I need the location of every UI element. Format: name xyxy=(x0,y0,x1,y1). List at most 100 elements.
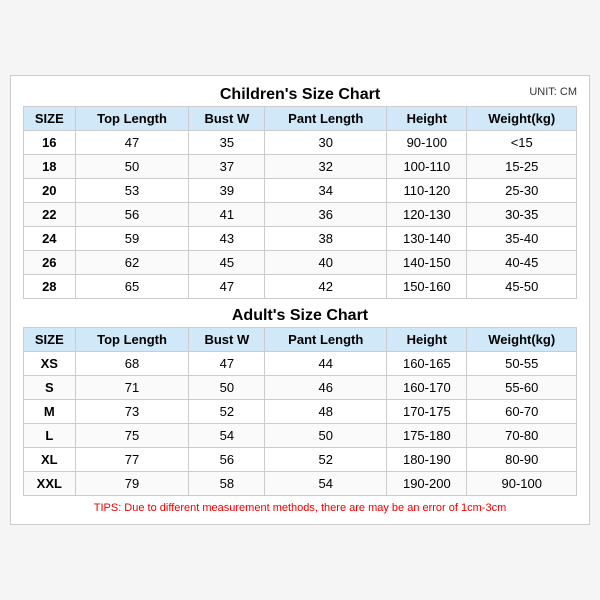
table-cell: 25-30 xyxy=(467,179,577,203)
table-cell: 70-80 xyxy=(467,424,577,448)
table-row: 18503732100-11015-25 xyxy=(24,155,577,179)
table-row: XL775652180-19080-90 xyxy=(24,448,577,472)
col-pant-length-adult: Pant Length xyxy=(265,328,387,352)
col-bust-w: Bust W xyxy=(189,107,265,131)
table-cell: 20 xyxy=(24,179,76,203)
table-cell: 73 xyxy=(75,400,189,424)
children-size-table: SIZE Top Length Bust W Pant Length Heigh… xyxy=(23,106,577,299)
table-cell: 22 xyxy=(24,203,76,227)
table-cell: 44 xyxy=(265,352,387,376)
table-cell: 56 xyxy=(189,448,265,472)
table-cell: 39 xyxy=(189,179,265,203)
table-row: L755450175-18070-80 xyxy=(24,424,577,448)
table-cell: 180-190 xyxy=(387,448,467,472)
table-row: XXL795854190-20090-100 xyxy=(24,472,577,496)
table-cell: 50 xyxy=(189,376,265,400)
table-cell: 53 xyxy=(75,179,189,203)
table-cell: 43 xyxy=(189,227,265,251)
table-cell: 80-90 xyxy=(467,448,577,472)
table-cell: 38 xyxy=(265,227,387,251)
table-cell: 40 xyxy=(265,251,387,275)
table-cell: L xyxy=(24,424,76,448)
table-cell: 50 xyxy=(75,155,189,179)
col-top-length: Top Length xyxy=(75,107,189,131)
table-cell: 54 xyxy=(189,424,265,448)
table-cell: 79 xyxy=(75,472,189,496)
table-cell: XL xyxy=(24,448,76,472)
table-cell: 30 xyxy=(265,131,387,155)
tips-text: TIPS: Due to different measurement metho… xyxy=(23,502,577,514)
table-row: 28654742150-16045-50 xyxy=(24,275,577,299)
table-cell: 55-60 xyxy=(467,376,577,400)
unit-label: UNIT: CM xyxy=(529,86,577,98)
table-cell: 15-25 xyxy=(467,155,577,179)
table-cell: <15 xyxy=(467,131,577,155)
table-cell: 42 xyxy=(265,275,387,299)
table-cell: 32 xyxy=(265,155,387,179)
table-cell: 26 xyxy=(24,251,76,275)
table-cell: 34 xyxy=(265,179,387,203)
col-weight: Weight(kg) xyxy=(467,107,577,131)
table-cell: 71 xyxy=(75,376,189,400)
children-header-row: SIZE Top Length Bust W Pant Length Heigh… xyxy=(24,107,577,131)
table-row: 20533934110-12025-30 xyxy=(24,179,577,203)
table-cell: 110-120 xyxy=(387,179,467,203)
adult-header-row: SIZE Top Length Bust W Pant Length Heigh… xyxy=(24,328,577,352)
table-cell: 18 xyxy=(24,155,76,179)
table-cell: 60-70 xyxy=(467,400,577,424)
table-cell: 62 xyxy=(75,251,189,275)
table-cell: 36 xyxy=(265,203,387,227)
table-cell: 52 xyxy=(189,400,265,424)
col-height-adult: Height xyxy=(387,328,467,352)
table-cell: 100-110 xyxy=(387,155,467,179)
table-cell: 16 xyxy=(24,131,76,155)
table-cell: XS xyxy=(24,352,76,376)
col-weight-adult: Weight(kg) xyxy=(467,328,577,352)
table-cell: S xyxy=(24,376,76,400)
table-cell: 52 xyxy=(265,448,387,472)
table-row: 24594338130-14035-40 xyxy=(24,227,577,251)
table-cell: 47 xyxy=(189,352,265,376)
table-cell: 40-45 xyxy=(467,251,577,275)
table-cell: 28 xyxy=(24,275,76,299)
table-cell: 90-100 xyxy=(467,472,577,496)
table-cell: 59 xyxy=(75,227,189,251)
table-cell: 160-165 xyxy=(387,352,467,376)
table-row: 26624540140-15040-45 xyxy=(24,251,577,275)
table-cell: 45 xyxy=(189,251,265,275)
col-pant-length: Pant Length xyxy=(265,107,387,131)
table-cell: 37 xyxy=(189,155,265,179)
col-top-length-adult: Top Length xyxy=(75,328,189,352)
table-cell: 170-175 xyxy=(387,400,467,424)
table-cell: 90-100 xyxy=(387,131,467,155)
table-row: 1647353090-100<15 xyxy=(24,131,577,155)
table-cell: 77 xyxy=(75,448,189,472)
table-cell: 130-140 xyxy=(387,227,467,251)
adults-title: Adult's Size Chart xyxy=(23,307,577,325)
table-cell: 41 xyxy=(189,203,265,227)
table-cell: 140-150 xyxy=(387,251,467,275)
table-cell: 75 xyxy=(75,424,189,448)
table-row: 22564136120-13030-35 xyxy=(24,203,577,227)
table-cell: M xyxy=(24,400,76,424)
table-cell: 190-200 xyxy=(387,472,467,496)
table-cell: 160-170 xyxy=(387,376,467,400)
col-size-adult: SIZE xyxy=(24,328,76,352)
table-cell: 35-40 xyxy=(467,227,577,251)
table-cell: 47 xyxy=(189,275,265,299)
table-cell: 35 xyxy=(189,131,265,155)
table-cell: 46 xyxy=(265,376,387,400)
table-cell: 47 xyxy=(75,131,189,155)
table-cell: 175-180 xyxy=(387,424,467,448)
chart-container: Children's Size Chart UNIT: CM SIZE Top … xyxy=(10,75,590,525)
table-row: M735248170-17560-70 xyxy=(24,400,577,424)
table-cell: 30-35 xyxy=(467,203,577,227)
table-cell: 24 xyxy=(24,227,76,251)
col-size: SIZE xyxy=(24,107,76,131)
table-cell: 50-55 xyxy=(467,352,577,376)
table-cell: 120-130 xyxy=(387,203,467,227)
table-cell: 56 xyxy=(75,203,189,227)
table-cell: 45-50 xyxy=(467,275,577,299)
table-row: S715046160-17055-60 xyxy=(24,376,577,400)
col-bust-w-adult: Bust W xyxy=(189,328,265,352)
